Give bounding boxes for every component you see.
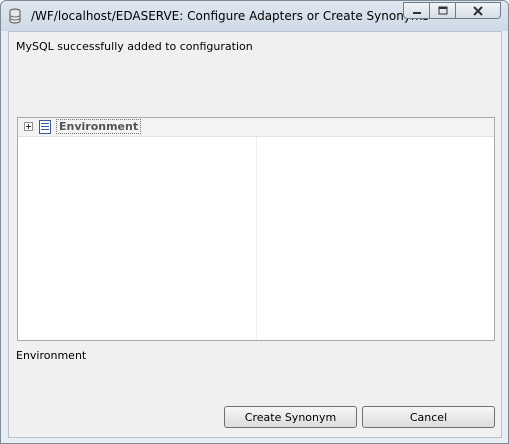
selection-label: Environment <box>16 349 87 362</box>
database-icon <box>9 8 21 24</box>
dialog-window: /WF/localhost/EDASERVE: Configure Adapte… <box>0 0 509 444</box>
maximize-icon <box>438 6 447 15</box>
minimize-button[interactable] <box>403 2 430 19</box>
maximize-button[interactable] <box>429 2 456 19</box>
tree-root-label[interactable]: Environment <box>56 119 142 134</box>
pane-divider <box>256 137 257 340</box>
create-synonym-button[interactable]: Create Synonym <box>224 406 357 428</box>
dialog-client-area: MySQL successfully added to configuratio… <box>8 31 502 438</box>
window-title: /WF/localhost/EDASERVE: Configure Adapte… <box>31 9 429 23</box>
environment-tree[interactable]: Environment <box>17 117 495 341</box>
close-icon <box>473 5 483 16</box>
plus-expander-icon[interactable] <box>24 122 33 131</box>
minimize-icon <box>412 11 421 14</box>
status-message: MySQL successfully added to configuratio… <box>16 40 253 53</box>
document-icon <box>39 120 51 134</box>
close-button[interactable] <box>455 2 501 19</box>
title-bar[interactable]: /WF/localhost/EDASERVE: Configure Adapte… <box>1 1 508 31</box>
tree-root-row[interactable]: Environment <box>18 118 494 137</box>
cancel-button[interactable]: Cancel <box>362 406 495 428</box>
